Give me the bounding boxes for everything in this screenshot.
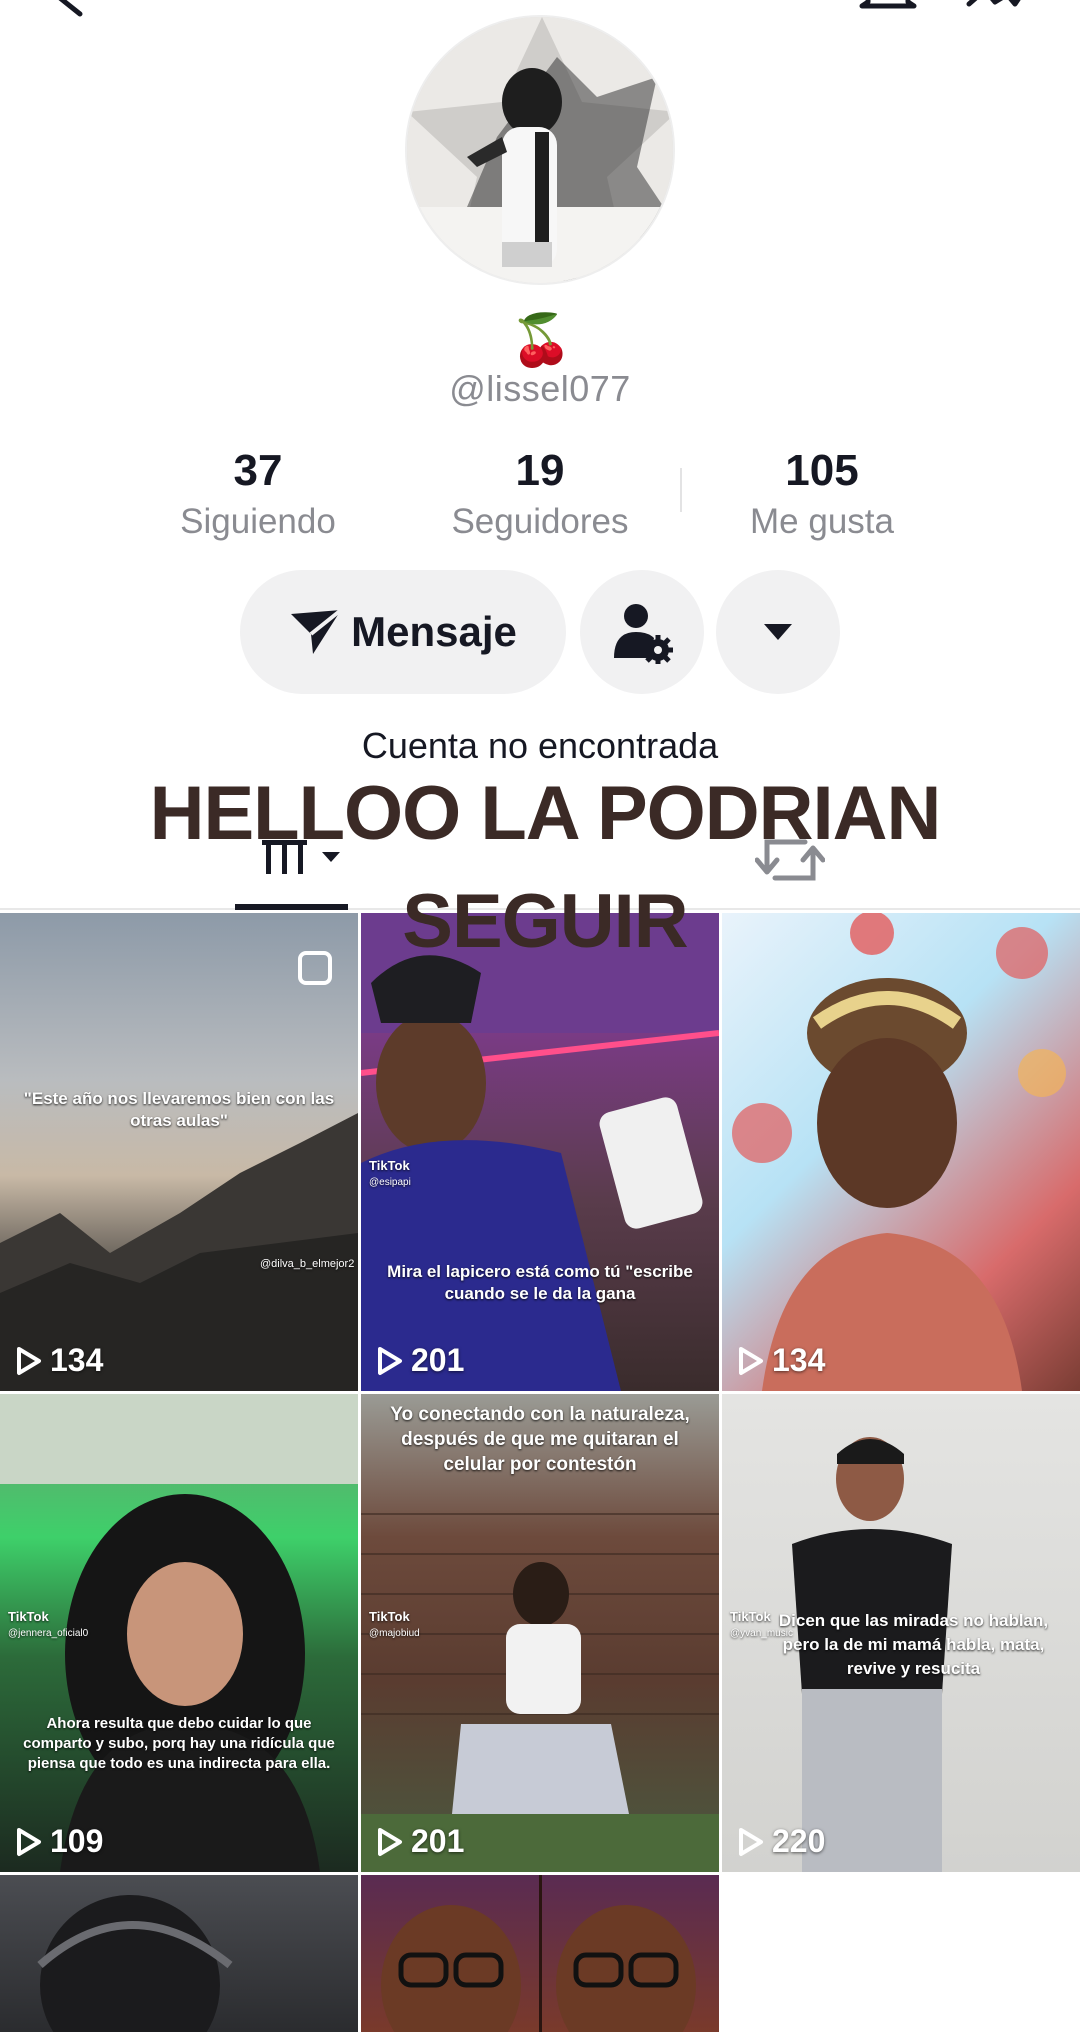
profile-emoji: 🍒: [510, 312, 573, 368]
view-count-value: 201: [411, 1823, 465, 1859]
stat-following-label: Siguiendo: [180, 502, 336, 541]
view-count: 201: [377, 1342, 464, 1379]
play-icon: [739, 1346, 763, 1375]
view-count-value: 220: [772, 1823, 826, 1859]
view-count-value: 134: [50, 1342, 104, 1378]
stat-followers[interactable]: 19 Seguidores: [420, 445, 660, 545]
send-icon: [291, 608, 343, 654]
view-count: 134: [738, 1342, 825, 1379]
stat-likes-count: 105: [785, 446, 859, 495]
back-arrow-icon[interactable]: [40, 0, 100, 30]
tiktok-brand: TikTok: [8, 1609, 49, 1624]
view-count: 109: [16, 1823, 103, 1860]
view-count-value: 201: [411, 1342, 465, 1378]
video-tile[interactable]: [0, 1875, 358, 2032]
video-tile[interactable]: 134: [722, 913, 1080, 1391]
video-tile[interactable]: "Este año nos llevaremos bien con las ot…: [0, 913, 358, 1391]
stat-following-count: 37: [233, 446, 283, 495]
tiktok-watermark: TikTok @jennera_oficial0: [8, 1609, 88, 1639]
account-status-text: Cuenta no encontrada: [361, 725, 719, 766]
tab-reposts-icon[interactable]: [755, 830, 825, 890]
play-icon: [739, 1827, 763, 1856]
video-caption: "Este año nos llevaremos bien con las ot…: [23, 1089, 335, 1130]
play-icon: [378, 1827, 402, 1856]
video-caption: Dicen que las miradas no hablan, pero la…: [778, 1611, 1049, 1678]
stat-followers-count: 19: [515, 446, 565, 495]
video-watermark: @esipapi: [369, 1177, 411, 1188]
more-options-button[interactable]: [716, 570, 840, 694]
stat-likes[interactable]: 105 Me gusta: [702, 445, 942, 545]
video-tile[interactable]: [361, 1875, 719, 2032]
video-caption: Mira el lapicero está como tú "escribe c…: [387, 1262, 693, 1303]
tiktok-brand: TikTok: [730, 1609, 771, 1624]
dropdown-triangle-icon: [764, 624, 792, 640]
video-watermark: @dilva_b_elmejor2: [260, 1258, 355, 1270]
video-watermark: @jennera_oficial0: [8, 1628, 89, 1639]
video-watermark: @majobiud: [369, 1628, 420, 1639]
play-icon: [17, 1346, 41, 1375]
message-button-label: Mensaje: [351, 608, 517, 655]
video-tile[interactable]: TikTok @esipapi Mira el lapicero está com…: [361, 913, 719, 1391]
video-tile[interactable]: Yo conectando con la naturaleza, después…: [361, 1394, 719, 1872]
stat-divider: [680, 468, 682, 512]
tiktok-brand: TikTok: [369, 1158, 410, 1173]
person-gear-icon: [614, 604, 673, 664]
view-count: 134: [16, 1342, 103, 1379]
tab-videos-grid-icon[interactable]: [260, 830, 350, 890]
profile-avatar[interactable]: [405, 15, 675, 285]
friend-settings-button[interactable]: [580, 570, 704, 694]
view-count: 201: [377, 1823, 464, 1860]
play-icon: [17, 1827, 41, 1856]
share-icon[interactable]: [965, 0, 1035, 30]
stat-likes-label: Me gusta: [750, 502, 894, 541]
message-button[interactable]: Mensaje: [240, 570, 566, 694]
stat-following[interactable]: 37 Siguiendo: [138, 445, 378, 545]
view-count: 220: [738, 1823, 825, 1860]
stat-followers-label: Seguidores: [451, 502, 629, 541]
content-tabs: [0, 810, 1080, 910]
active-tab-indicator: [235, 904, 348, 910]
tiktok-watermark: TikTok @esipapi: [369, 1158, 411, 1188]
video-caption: Yo conectando con la naturaleza, después…: [390, 1404, 690, 1475]
view-count-value: 109: [50, 1823, 104, 1859]
profile-handle: @lissel077: [449, 368, 631, 409]
video-caption: Ahora resulta que debo cuidar lo que com…: [23, 1715, 335, 1772]
bell-icon[interactable]: [858, 0, 918, 30]
video-tile[interactable]: TikTok @yvan_music Dicen que las miradas …: [722, 1394, 1080, 1872]
tiktok-brand: TikTok: [369, 1609, 410, 1624]
video-tile[interactable]: TikTok @jennera_oficial0 Ahora resulta qu…: [0, 1394, 358, 1872]
view-count-value: 134: [772, 1342, 826, 1378]
tiktok-watermark: TikTok @majobiud: [369, 1609, 420, 1639]
play-icon: [378, 1346, 402, 1375]
